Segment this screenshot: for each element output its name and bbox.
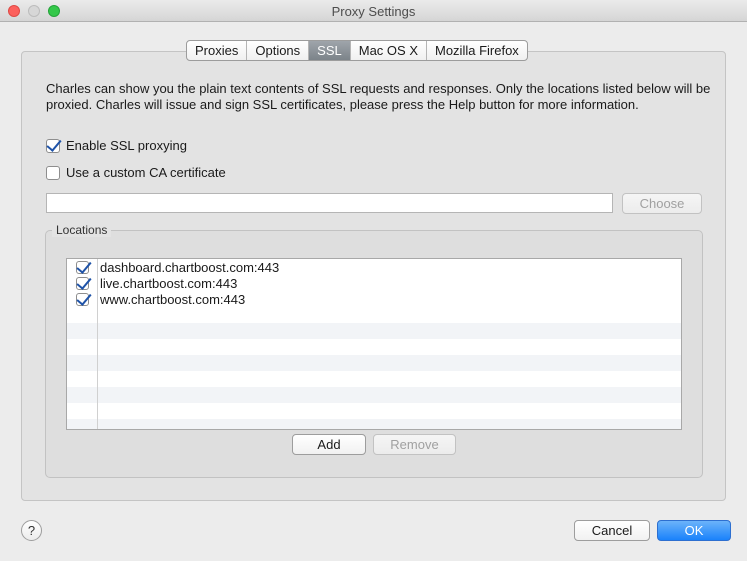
location-host: live.chartboost.com:443 <box>100 275 238 291</box>
ok-button[interactable]: OK <box>657 520 731 541</box>
certificate-path-input[interactable] <box>46 193 613 213</box>
custom-ca-checkbox[interactable] <box>46 165 60 180</box>
location-enabled-checkbox[interactable] <box>75 260 89 274</box>
tab-options[interactable]: Options <box>247 41 310 60</box>
empty-table-row <box>67 371 681 387</box>
table-row[interactable]: www.chartboost.com:443 <box>67 291 681 307</box>
table-row[interactable]: dashboard.chartboost.com:443 <box>67 259 681 275</box>
locations-group-label: Locations <box>52 223 112 237</box>
custom-ca-row[interactable]: Use a custom CA certificate <box>46 165 226 180</box>
empty-table-row <box>67 339 681 355</box>
custom-ca-label: Use a custom CA certificate <box>66 165 226 180</box>
tab-bar: Proxies Options SSL Mac OS X Mozilla Fir… <box>186 40 528 61</box>
tab-ssl[interactable]: SSL <box>309 41 351 60</box>
help-button[interactable]: ? <box>21 520 42 541</box>
enable-ssl-row[interactable]: Enable SSL proxying <box>46 138 187 153</box>
tab-mac-os-x[interactable]: Mac OS X <box>351 41 427 60</box>
location-enabled-checkbox[interactable] <box>75 292 89 306</box>
empty-table-row <box>67 419 681 429</box>
empty-table-row <box>67 403 681 419</box>
ssl-description: Charles can show you the plain text cont… <box>46 81 711 112</box>
choose-button[interactable]: Choose <box>622 193 702 214</box>
location-host: www.chartboost.com:443 <box>100 291 246 307</box>
location-host: dashboard.chartboost.com:443 <box>100 259 280 275</box>
table-row[interactable]: live.chartboost.com:443 <box>67 275 681 291</box>
locations-table[interactable]: dashboard.chartboost.com:443 live.chartb… <box>66 258 682 430</box>
enable-ssl-checkbox[interactable] <box>46 138 60 153</box>
empty-table-row <box>67 307 681 323</box>
window-title: Proxy Settings <box>331 4 416 19</box>
enable-ssl-label: Enable SSL proxying <box>66 138 187 153</box>
empty-table-row <box>67 323 681 339</box>
tab-proxies[interactable]: Proxies <box>187 41 248 60</box>
title-bar: Proxy Settings <box>0 0 747 22</box>
cancel-button[interactable]: Cancel <box>574 520 650 541</box>
remove-location-button[interactable]: Remove <box>373 434 456 455</box>
tab-mozilla-firefox[interactable]: Mozilla Firefox <box>427 41 527 60</box>
empty-table-row <box>67 387 681 403</box>
add-location-button[interactable]: Add <box>292 434 366 455</box>
empty-table-row <box>67 355 681 371</box>
location-enabled-checkbox[interactable] <box>75 276 89 290</box>
